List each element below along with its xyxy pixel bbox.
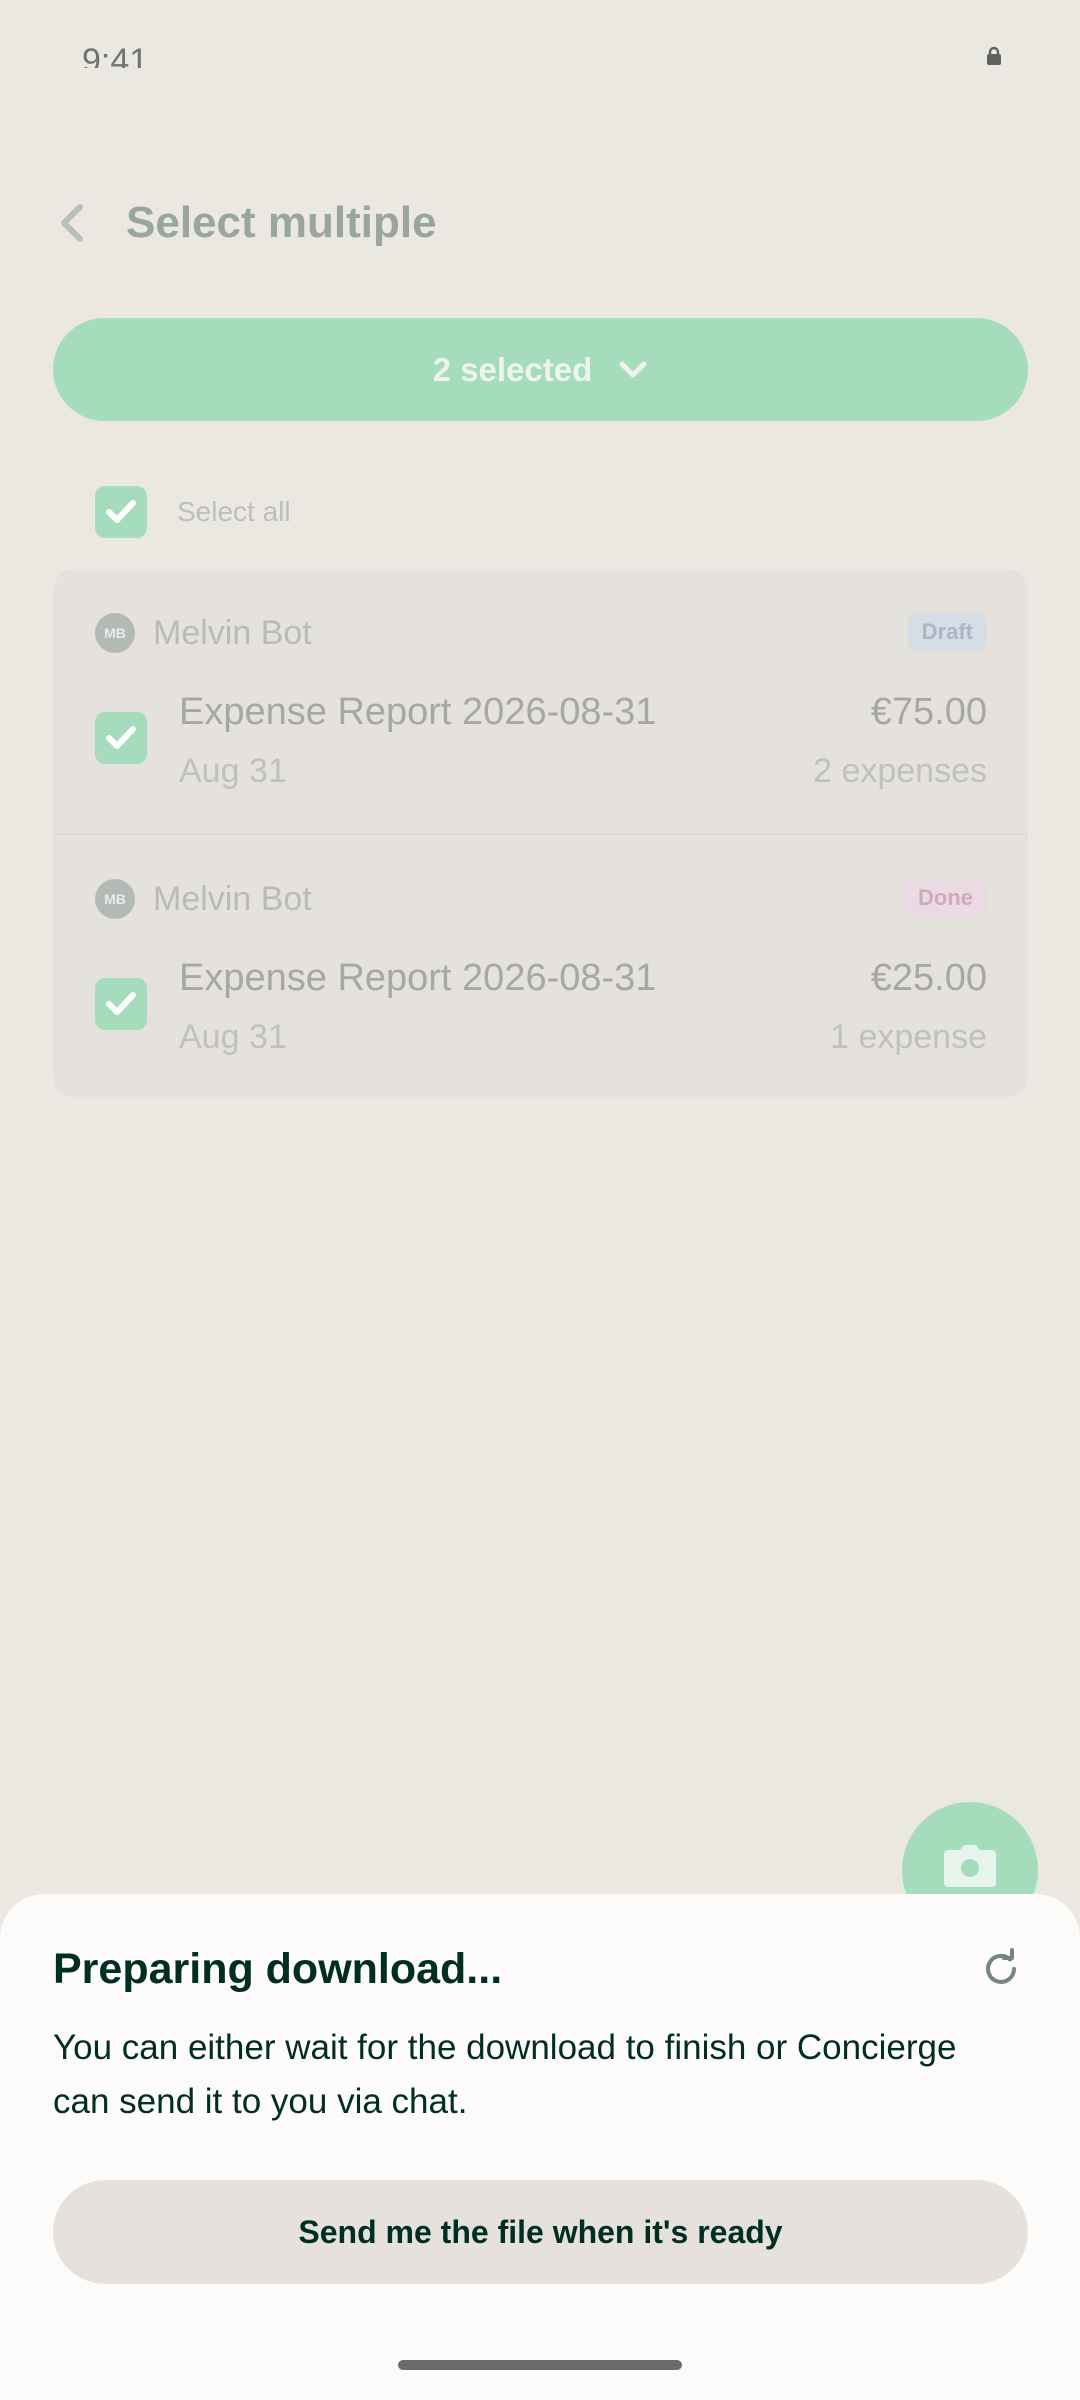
report-expense-count: 1 expense [830,1018,987,1056]
report-title: Expense Report 2026-08-31 [179,957,657,999]
selected-dropdown-button[interactable]: 2 selected [53,318,1028,421]
status-badge: Done [904,878,987,918]
report-date: Aug 31 [179,752,287,790]
report-title: Expense Report 2026-08-31 [179,691,657,733]
report-author: Melvin Bot [153,880,312,918]
download-bottom-sheet: Preparing download... You can either wai… [0,1894,1080,2400]
sheet-body-text: You can either wait for the download to … [53,2028,957,2121]
select-all-label: Select all [177,496,291,527]
report-checkbox[interactable] [95,712,147,764]
send-file-button[interactable]: Send me the file when it's ready [53,2180,1028,2284]
avatar: MB [95,613,135,653]
select-all-row[interactable]: Select all [95,486,291,538]
report-amount: €25.00 [870,957,987,999]
select-all-checkbox[interactable] [95,486,147,538]
checkmark-icon [106,726,136,749]
chevron-down-icon [619,361,647,377]
chevron-left-icon [61,204,83,242]
report-item[interactable]: MB Melvin Bot Done Expense Report 2026-0… [53,833,1028,1097]
report-expense-count: 2 expenses [813,752,987,790]
status-badge: Draft [907,612,987,652]
checkmark-icon [106,500,136,523]
selected-count-label: 2 selected [432,350,593,388]
camera-icon [944,1845,996,1887]
home-indicator[interactable] [398,2360,682,2370]
report-author: Melvin Bot [153,614,312,652]
page-title: Select multiple [126,198,437,247]
back-button[interactable] [48,196,94,250]
lock-icon [984,46,1004,66]
status-time: 9:41 [82,42,149,68]
report-item[interactable]: MB Melvin Bot Draft Expense Report 2026-… [53,569,1028,833]
report-checkbox[interactable] [95,978,147,1030]
report-list: MB Melvin Bot Draft Expense Report 2026-… [53,569,1028,1097]
avatar: MB [95,879,135,919]
report-date: Aug 31 [179,1018,287,1056]
checkmark-icon [106,992,136,1015]
report-amount: €75.00 [870,691,987,733]
refresh-icon [986,1948,1016,1984]
sheet-title: Preparing download... [53,1945,503,1993]
